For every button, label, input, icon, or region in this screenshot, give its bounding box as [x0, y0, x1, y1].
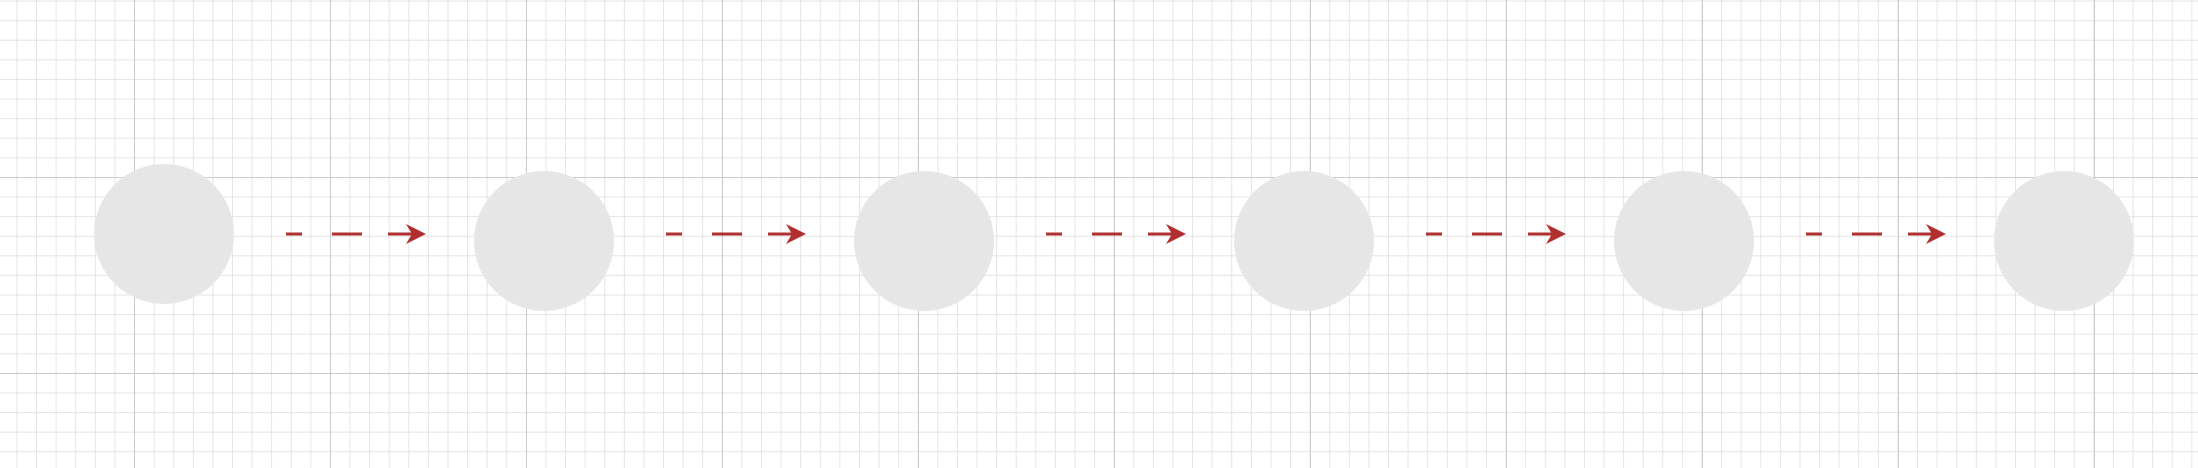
diagram-canvas: [0, 0, 2198, 468]
node-1[interactable]: [94, 164, 234, 304]
node-2[interactable]: [474, 171, 614, 311]
node-5[interactable]: [1614, 171, 1754, 311]
node-3[interactable]: [854, 171, 994, 311]
node-4[interactable]: [1234, 171, 1374, 311]
node-6[interactable]: [1994, 171, 2134, 311]
flow-diagram: [94, 164, 2134, 311]
